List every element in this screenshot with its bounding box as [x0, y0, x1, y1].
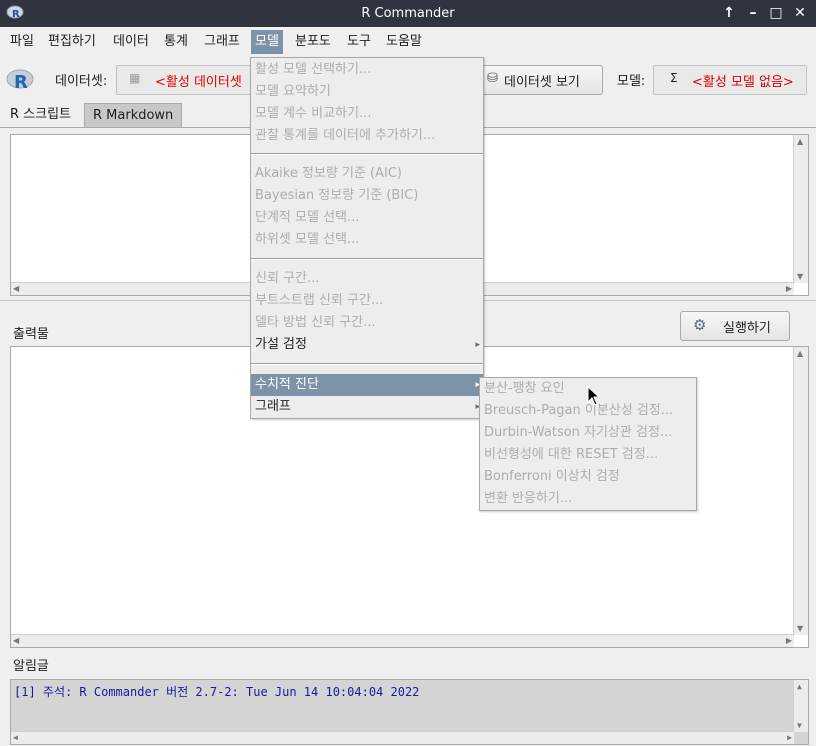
menu-separator	[251, 258, 483, 260]
menu-item-numerical-diagnostics[interactable]: 수치적 진단 ▸	[251, 374, 483, 396]
scroll-down-icon[interactable]: ▼	[797, 721, 802, 730]
menu-edit[interactable]: 편집하기	[44, 30, 100, 54]
script-vertical-scrollbar[interactable]: ▲ ▼	[793, 135, 808, 283]
maximize-icon[interactable]: □	[767, 4, 785, 22]
menu-item-stepwise-selection[interactable]: 단계적 모델 선택...	[251, 207, 483, 229]
output-label: 출력물	[13, 327, 49, 342]
svg-text:R: R	[14, 72, 28, 93]
minimize-icon[interactable]: –	[744, 4, 762, 22]
submenu-item-reset-test[interactable]: 비선형성에 대한 RESET 검정...	[480, 444, 696, 466]
dataset-value: <활성 데이터셋	[155, 75, 242, 90]
menu-item-bic[interactable]: Bayesian 정보량 기준 (BIC)	[251, 185, 483, 207]
menu-item-confidence-intervals[interactable]: 신뢰 구간...	[251, 268, 483, 290]
maximize-up-icon[interactable]: ↑	[720, 4, 738, 22]
menu-distributions[interactable]: 분포도	[291, 30, 335, 54]
scroll-left-icon[interactable]: ◀	[13, 284, 19, 293]
menu-separator	[251, 363, 483, 365]
submenu-item-durbin-watson[interactable]: Durbin-Watson 자기상관 검정...	[480, 422, 696, 444]
scroll-right-icon[interactable]: ▶	[786, 636, 792, 645]
message-line: [1] 주석: R Commander 버전 2.7-2: Tue Jun 14…	[14, 685, 420, 699]
scroll-up-icon[interactable]: ▲	[797, 137, 803, 146]
submenu-item-bonferroni-outlier[interactable]: Bonferroni 이상치 검정	[480, 466, 696, 488]
menu-item-compare-coefficients[interactable]: 모델 계수 비교하기...	[251, 103, 483, 125]
r-logo-icon: R	[6, 69, 34, 93]
menu-item-subset-selection[interactable]: 하위셋 모델 선택...	[251, 229, 483, 251]
menu-graphs[interactable]: 그래프	[200, 30, 244, 54]
scroll-right-icon[interactable]: ▶	[787, 733, 792, 742]
menu-item-delta-method-intervals[interactable]: 델타 방법 신뢰 구간...	[251, 312, 483, 334]
menu-statistics[interactable]: 통계	[160, 30, 192, 54]
messages-vertical-scrollbar[interactable]: ▲ ▼	[793, 680, 808, 732]
hypothesis-tests-label: 가설 검정	[255, 337, 307, 352]
models-dropdown-menu: 활성 모델 선택하기... 모델 요약하기 모델 계수 비교하기... 관찰 통…	[250, 57, 484, 419]
table-icon: ▦	[129, 71, 141, 85]
scroll-left-icon[interactable]: ◀	[13, 733, 18, 742]
view-dataset-button[interactable]: ⛁ 데이터셋 보기	[481, 65, 603, 95]
scroll-left-icon[interactable]: ◀	[13, 636, 19, 645]
run-button-label: 실행하기	[723, 321, 771, 336]
gear-run-icon: ⚙	[693, 316, 707, 334]
run-button[interactable]: ⚙ 실행하기	[680, 311, 790, 341]
scroll-up-icon[interactable]: ▲	[797, 349, 803, 358]
tab-r-markdown[interactable]: R Markdown	[84, 103, 183, 128]
menu-item-hypothesis-tests[interactable]: 가설 검정 ▸	[251, 334, 483, 356]
model-label: 모델:	[617, 74, 646, 89]
view-dataset-label: 데이터셋 보기	[504, 75, 580, 90]
menu-item-summarize-model[interactable]: 모델 요약하기	[251, 81, 483, 103]
menu-item-select-active-model[interactable]: 활성 모델 선택하기...	[251, 59, 483, 81]
menu-data[interactable]: 데이터	[109, 30, 153, 54]
messages-label: 알림글	[13, 659, 49, 674]
mouse-cursor-icon	[587, 386, 601, 406]
submenu-item-response-transformation[interactable]: 변환 반응하기...	[480, 488, 696, 510]
messages-pane[interactable]: [1] 주석: R Commander 버전 2.7-2: Tue Jun 14…	[10, 679, 809, 745]
menu-help[interactable]: 도움말	[382, 30, 426, 54]
menu-item-graphs[interactable]: 그래프 ▸	[251, 396, 483, 418]
scroll-down-icon[interactable]: ▼	[797, 624, 803, 633]
scroll-down-icon[interactable]: ▼	[797, 272, 803, 281]
window-title: R Commander	[361, 6, 455, 21]
numerical-diagnostics-label: 수치적 진단	[255, 377, 319, 392]
close-icon[interactable]: ✕	[791, 4, 809, 22]
menu-item-bootstrap-intervals[interactable]: 부트스트랩 신뢰 구간...	[251, 290, 483, 312]
title-bar: R R Commander ↑ – □ ✕	[0, 0, 816, 27]
menu-tools[interactable]: 도구	[343, 30, 375, 54]
view-dataset-icon: ⛁	[487, 71, 498, 86]
scroll-up-icon[interactable]: ▲	[797, 682, 802, 691]
scroll-right-icon[interactable]: ▶	[786, 284, 792, 293]
dataset-label: 데이터셋:	[55, 74, 108, 89]
model-selector-button[interactable]: Σ <활성 모델 없음>	[653, 65, 807, 95]
output-vertical-scrollbar[interactable]: ▲ ▼	[793, 347, 808, 635]
output-horizontal-scrollbar[interactable]: ◀ ▶	[11, 634, 794, 647]
tab-r-script[interactable]: R 스크립트	[2, 103, 79, 127]
menu-file[interactable]: 파일	[6, 30, 38, 54]
messages-horizontal-scrollbar[interactable]: ◀ ▶	[11, 731, 794, 744]
menu-item-aic[interactable]: Akaike 정보량 기준 (AIC)	[251, 163, 483, 185]
menu-separator	[251, 153, 483, 155]
submenu-arrow-icon: ▸	[475, 340, 480, 350]
graphs-label: 그래프	[255, 399, 291, 414]
model-value: <활성 모델 없음>	[692, 75, 794, 90]
menu-bar: 파일 편집하기 데이터 통계 그래프 모델 분포도 도구 도움말	[0, 27, 816, 57]
dataset-selector-button[interactable]: ▦ <활성 데이터셋	[116, 65, 258, 95]
menu-models[interactable]: 모델	[251, 30, 283, 54]
sigma-icon: Σ	[670, 71, 678, 85]
menu-item-add-observation-stats[interactable]: 관찰 통계를 데이터에 추가하기...	[251, 125, 483, 147]
